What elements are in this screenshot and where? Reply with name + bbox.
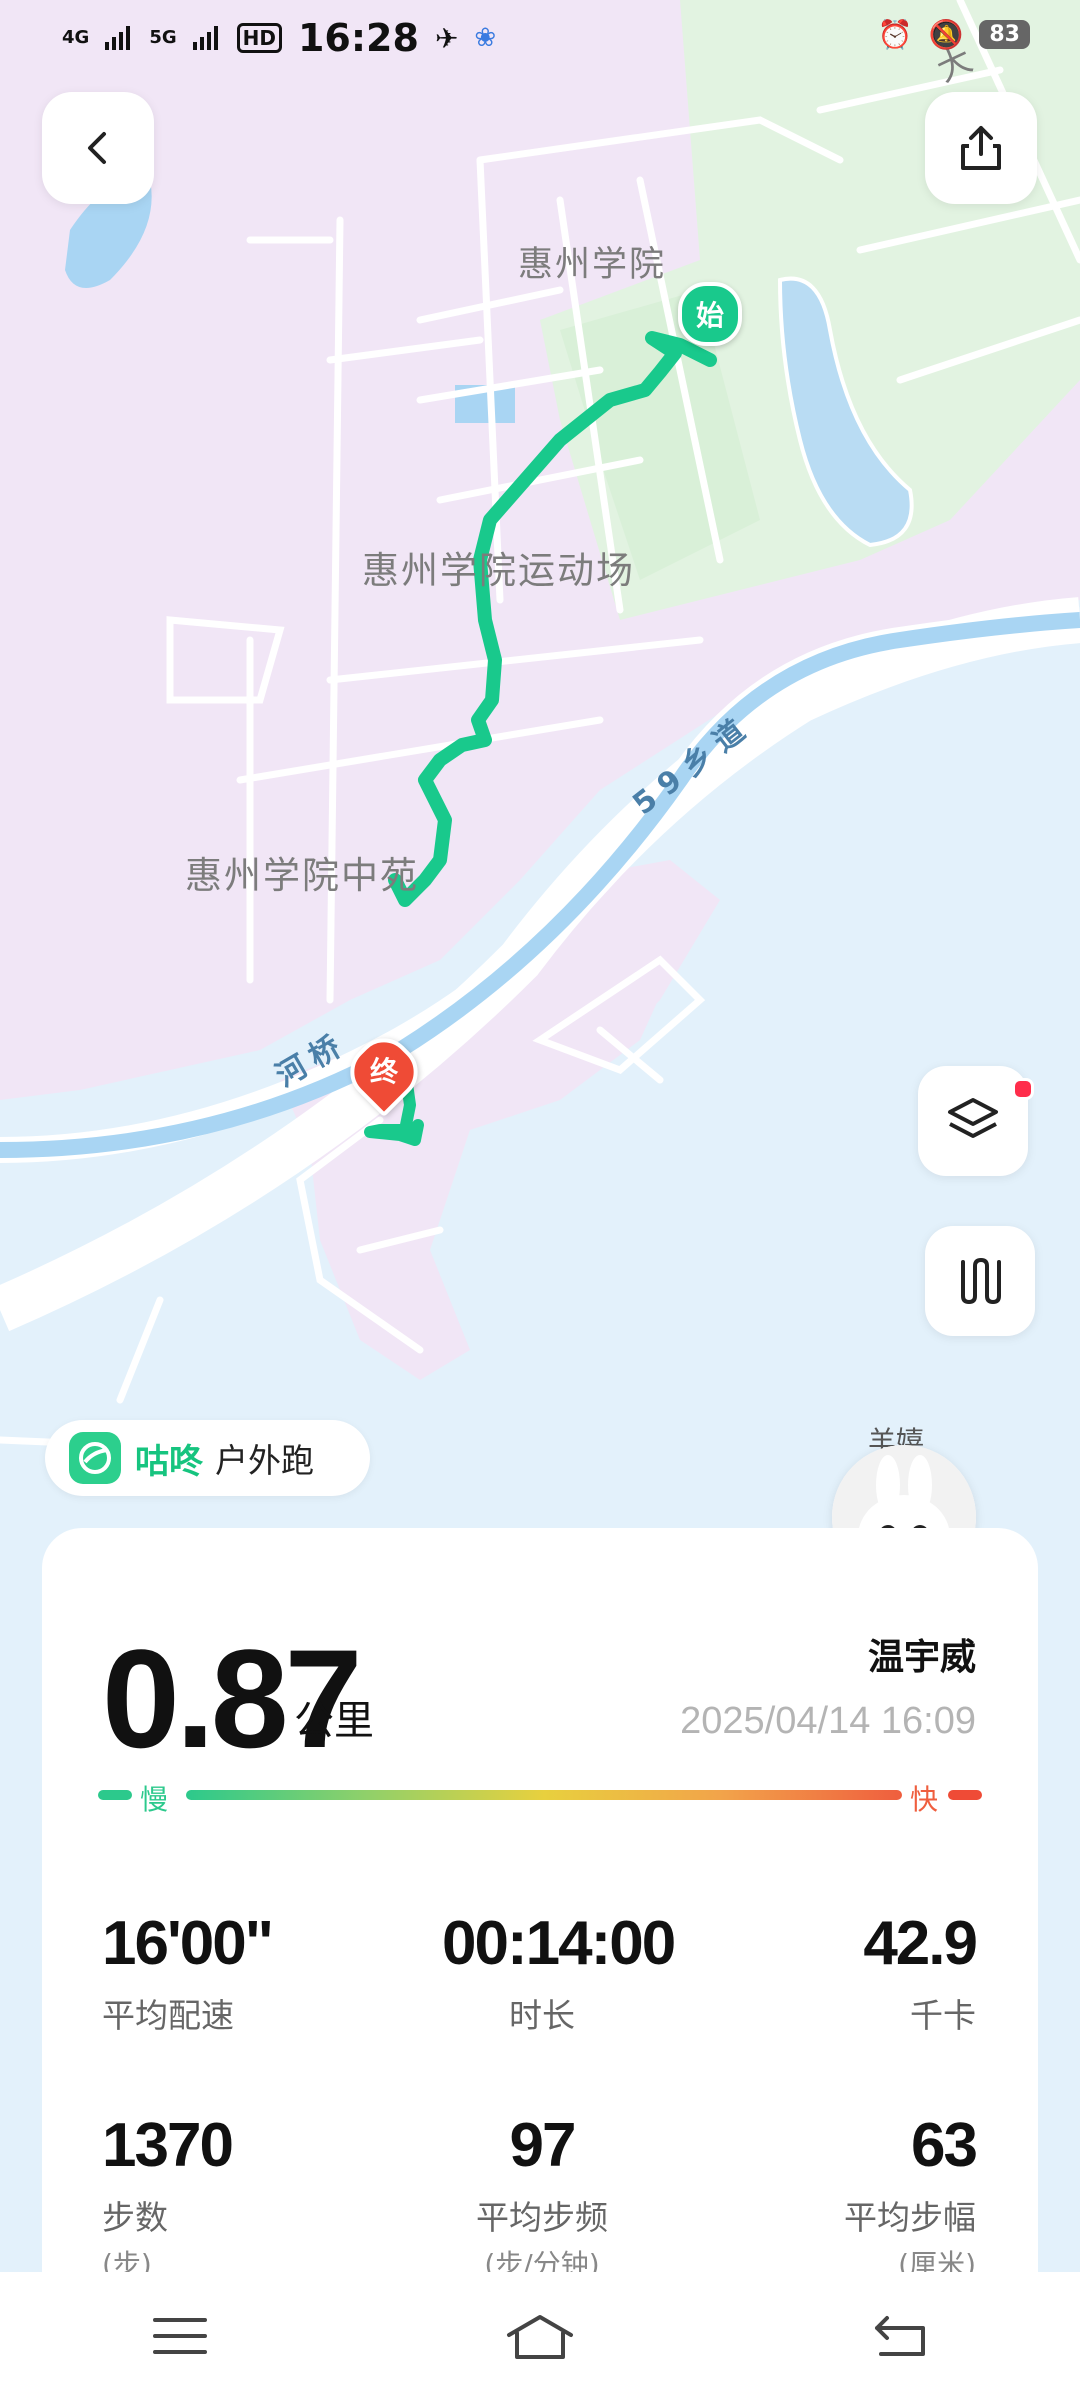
new-dot-indicator: [1012, 1078, 1034, 1100]
signal-icon: [105, 26, 131, 50]
stat-avg-pace: 16'00" 平均配速: [102, 1908, 274, 2037]
network-indicator-2: 5G: [149, 29, 176, 47]
status-right: ⏰ 🔕 83: [878, 18, 1030, 51]
stat-value: 00:14:00: [442, 1909, 676, 1978]
stat-stride: 63 平均步幅 (厘米): [844, 2110, 978, 2283]
network-5g: 5G: [149, 27, 177, 48]
share-icon: [961, 126, 1001, 170]
stat-label: 平均步频: [476, 2198, 608, 2237]
mute-icon: 🔕: [928, 18, 964, 51]
brand-name: 咕咚: [135, 1441, 203, 1482]
signal-icon-2: [192, 26, 218, 50]
stat-duration: 00:14:00 时长: [442, 1908, 676, 2037]
distance-unit: 公里: [294, 1698, 374, 1744]
status-time: 16:28: [297, 16, 419, 60]
pace-legend-bar: 慢 快: [98, 1778, 982, 1816]
map-layers-button[interactable]: [918, 1066, 1034, 1176]
user-name: 温宇威: [867, 1637, 976, 1678]
home-icon: [507, 2315, 573, 2359]
start-marker-label: 始: [695, 299, 724, 332]
pace-fast-swatch: [948, 1790, 982, 1800]
share-button[interactable]: [925, 92, 1037, 204]
stat-value: 63: [911, 2111, 978, 2180]
workout-datetime: 2025/04/14 16:09: [680, 1700, 976, 1742]
start-marker[interactable]: 始: [678, 282, 742, 346]
stat-value: 16'00": [102, 1909, 274, 1978]
codoon-logo-icon: [69, 1432, 121, 1484]
layers-icon: [948, 1098, 998, 1138]
notification-app-icon: ❀: [474, 23, 497, 53]
hd-badge: HD: [236, 23, 282, 53]
pace-slow-swatch: [98, 1790, 132, 1800]
status-bar: 4G 5G HD 16:28 ✈ ❀ ⏰ 🔕 83: [0, 0, 1080, 80]
map-label-stadium: 惠州学院运动场: [362, 549, 635, 592]
back-icon: [875, 2316, 925, 2356]
stat-label: 平均步幅: [844, 2198, 976, 2237]
nav-back-button[interactable]: [840, 2296, 960, 2376]
route-replay-button[interactable]: [925, 1226, 1035, 1336]
stat-calories: 42.9 千卡: [863, 1908, 978, 2037]
chevron-left-icon: [88, 132, 106, 164]
back-button[interactable]: [42, 92, 154, 204]
notification-bird-icon: ✈: [434, 21, 459, 55]
system-nav-bar: [0, 2272, 1080, 2400]
stat-label: 平均配速: [102, 1996, 234, 2035]
pace-gradient: [186, 1790, 902, 1800]
end-marker-label: 终: [369, 1055, 398, 1088]
stat-steps: 1370 步数 (步): [102, 2110, 234, 2283]
alarm-icon: ⏰: [877, 18, 913, 51]
pace-fast-label: 快: [910, 1783, 939, 1816]
stat-label: 千卡: [910, 1996, 976, 2035]
status-left: 4G 5G HD 16:28 ✈ ❀: [62, 16, 496, 60]
menu-icon: [153, 2318, 207, 2354]
stat-label: 时长: [509, 1996, 575, 2035]
network-4g: 4G: [62, 27, 90, 48]
stat-label: 步数: [102, 2198, 168, 2237]
battery-indicator: 83: [979, 20, 1030, 49]
stat-value: 97: [509, 2111, 577, 2180]
network-indicator: 4G: [62, 29, 89, 47]
stat-cadence: 97 平均步频 (步/分钟): [442, 2110, 642, 2283]
stat-value: 42.9: [863, 1909, 978, 1978]
pace-slow-label: 慢: [140, 1783, 169, 1816]
activity-type: 户外跑: [215, 1441, 314, 1480]
stat-value: 1370: [102, 2111, 234, 2180]
map-label-huizhou-college: 惠州学院: [518, 245, 667, 285]
nav-menu-button[interactable]: [120, 2296, 240, 2376]
route-wave-icon: [961, 1257, 1001, 1305]
nav-home-button[interactable]: [480, 2296, 600, 2376]
workout-summary-card: 0.87 公里 温宇威 2025/04/14 16:09 慢 快 16'00" …: [42, 1528, 1038, 2288]
map-label-zhongyuan: 惠州学院中苑: [185, 854, 419, 897]
brand-badge: 咕咚 户外跑: [45, 1420, 370, 1496]
